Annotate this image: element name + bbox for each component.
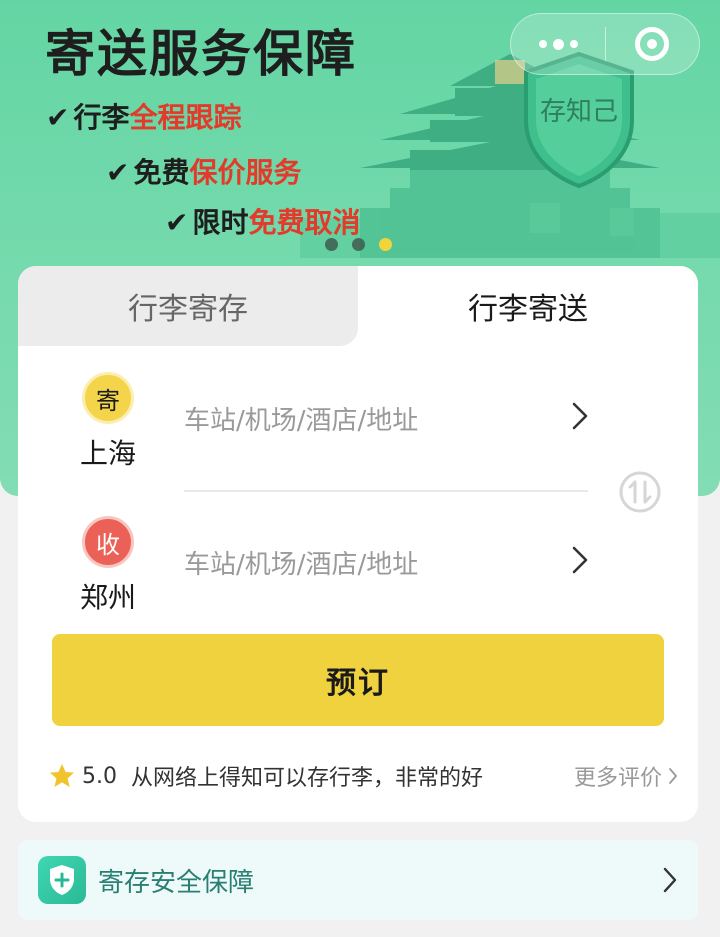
feature-insurance: ✔ 免费保价服务: [106, 151, 302, 191]
guarantee-label: 寄存安全保障: [98, 867, 255, 898]
origin-row[interactable]: 寄 上海 车站/机场/酒店/地址: [18, 366, 698, 506]
receive-badge: 收: [82, 516, 134, 568]
destination-city[interactable]: 郑州: [68, 576, 148, 616]
tab-luggage-shipping[interactable]: 行李寄送: [358, 266, 698, 346]
rating-value: 5.0: [82, 763, 117, 789]
destination-address-input[interactable]: 车站/机场/酒店/地址: [184, 544, 418, 581]
divider: [184, 490, 588, 492]
star-icon: [50, 764, 74, 787]
chevron-right-icon: [572, 402, 588, 430]
chevron-right-icon: [663, 867, 677, 893]
more-reviews-label: 更多评价: [573, 766, 662, 791]
feature-prefix: 限时: [192, 206, 249, 239]
check-icon: ✔: [106, 156, 130, 189]
feature-highlight: 免费取消: [248, 206, 361, 239]
feature-tracking: ✔ 行李全程跟踪: [46, 96, 242, 136]
send-badge: 寄: [82, 372, 134, 424]
booking-card: 行李寄存 行李寄送 寄 上海 车站/机场/酒店/地址 收 郑州 车站/机场/酒店…: [18, 266, 698, 822]
more-reviews-link[interactable]: 更多评价: [574, 760, 678, 792]
chevron-right-icon: [669, 768, 678, 784]
origin-address-input[interactable]: 车站/机场/酒店/地址: [184, 400, 418, 437]
carousel-dot[interactable]: [325, 238, 338, 251]
check-icon: ✔: [46, 101, 70, 134]
review-strip[interactable]: 5.0 从网络上得知可以存行李，非常的好 更多评价: [48, 756, 678, 796]
feature-highlight: 保价服务: [189, 156, 302, 189]
miniapp-capsule: [510, 13, 700, 75]
carousel-dot-active[interactable]: [379, 238, 392, 251]
destination-row[interactable]: 收 郑州 车站/机场/酒店/地址: [18, 510, 698, 650]
shield-label: 存知己: [540, 97, 618, 127]
shield-plus-icon: [38, 856, 86, 904]
carousel-indicator: [325, 238, 392, 251]
review-text: 从网络上得知可以存行李，非常的好: [131, 766, 484, 791]
swap-icon[interactable]: [618, 470, 662, 514]
safety-guarantee-bar[interactable]: 寄存安全保障: [18, 840, 698, 920]
feature-prefix: 免费: [133, 156, 190, 189]
chevron-right-icon: [572, 546, 588, 574]
feature-highlight: 全程跟踪: [129, 101, 242, 134]
target-close-icon[interactable]: [606, 14, 699, 74]
tab-luggage-storage[interactable]: 行李寄存: [18, 266, 358, 346]
service-tabs: 行李寄存 行李寄送: [18, 266, 698, 346]
check-icon: ✔: [165, 206, 189, 239]
feature-cancel: ✔ 限时免费取消: [165, 201, 361, 241]
feature-prefix: 行李: [73, 101, 130, 134]
origin-city[interactable]: 上海: [68, 432, 148, 472]
more-dots-icon[interactable]: [511, 14, 605, 74]
banner-title: 寄送服务保障: [45, 25, 357, 83]
carousel-dot[interactable]: [352, 238, 365, 251]
book-button[interactable]: 预订: [52, 634, 664, 726]
